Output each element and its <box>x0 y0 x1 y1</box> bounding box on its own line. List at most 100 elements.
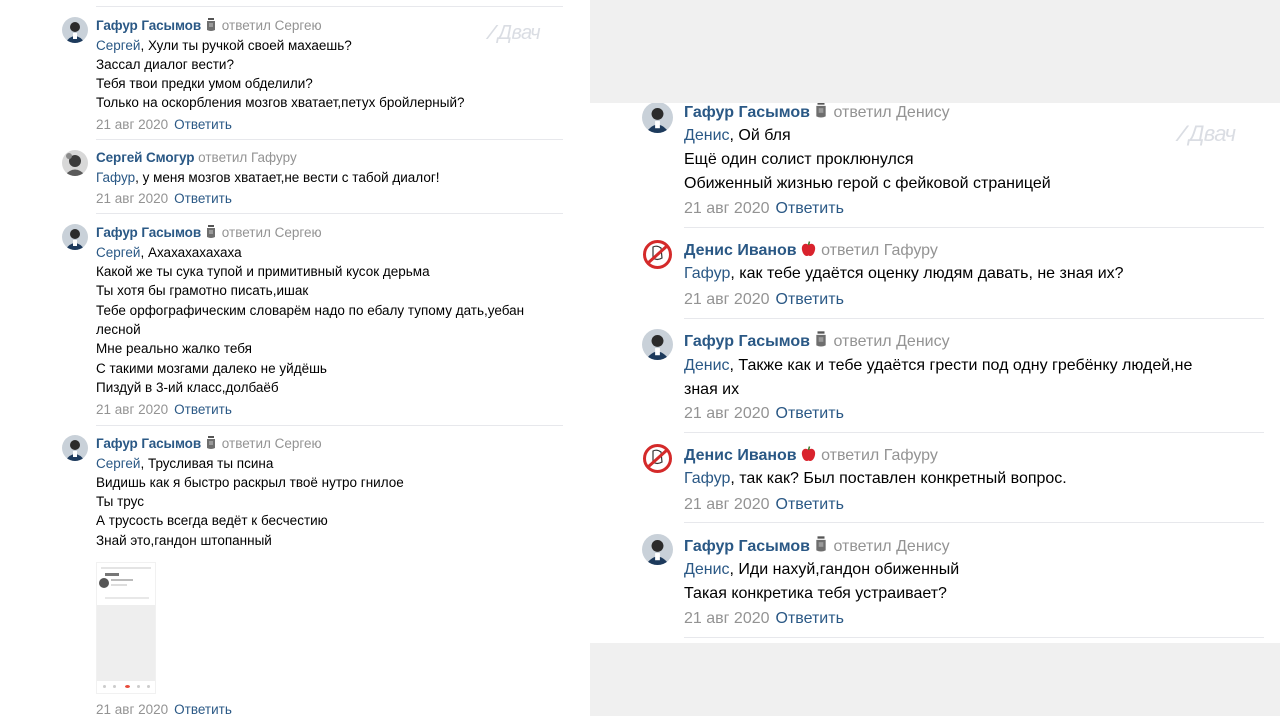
reply-to-text: ответил Денису <box>833 333 950 350</box>
urn-gift-icon[interactable] <box>814 331 828 348</box>
reply-to-text: ответил Денису <box>833 104 950 121</box>
avatar-sergey[interactable] <box>62 150 88 176</box>
reply-button[interactable]: Ответить <box>174 402 232 417</box>
comment-header: Денис Иванов ответил Гафуру <box>684 239 938 263</box>
attachment-avatar <box>99 578 109 588</box>
comment-text-line: С такими мозгами далеко не уйдёшь <box>96 361 327 376</box>
divider <box>96 213 563 214</box>
comment-text-line: Гафур, у меня мозгов хватает,не вести с … <box>96 170 440 185</box>
mention-link[interactable]: Денис <box>684 127 730 144</box>
comment-header: Гафур Гасымов ответил Денису <box>684 330 950 354</box>
author-name[interactable]: Гафур Гасымов <box>96 225 201 240</box>
comment-text-line: Сергей, Хули ты ручкой своей махаешь? <box>96 38 352 53</box>
comment-date: 21 авг 2020 <box>96 702 169 716</box>
comment-text-line: Ещё один солист проклюнулся <box>684 151 914 168</box>
comment-header: Гафур Гасымов ответил Сергею <box>96 434 322 453</box>
mention-link[interactable]: Денис <box>684 561 730 578</box>
author-name[interactable]: Гафур Гасымов <box>684 333 810 350</box>
left-comments-panel: ⁄ Двач Гафур Гасымов ответил Сергею Серг… <box>0 0 590 716</box>
comment-text-line: Зассал диалог вести? <box>96 57 234 72</box>
comment-header: Гафур Гасымов ответил Сергею <box>96 16 322 35</box>
comment-date: 21 авг 2020 <box>96 191 169 206</box>
author-name[interactable]: Гафур Гасымов <box>96 18 201 33</box>
comment-text-line: зная их <box>684 381 740 398</box>
screenshot-attachment-thumbnail[interactable] <box>96 562 156 694</box>
avatar-gafur[interactable] <box>642 534 673 565</box>
comment-meta: 21 авг 2020 Ответить <box>96 400 232 419</box>
attachment-content-area <box>97 605 155 681</box>
urn-gift-icon[interactable] <box>205 436 217 450</box>
comment-text-line: Знай это,гандон штопанный <box>96 533 272 548</box>
mention-link[interactable]: Денис <box>684 357 730 374</box>
watermark-dvach: ⁄ Двач <box>1180 121 1236 146</box>
reply-button[interactable]: Ответить <box>776 291 844 308</box>
divider <box>684 318 1264 319</box>
comment-text-line: Денис, Иди нахуй,гандон обиженный <box>684 561 960 578</box>
attachment-caption-line <box>105 597 149 599</box>
comment-text-line: Такая конкретика тебя устраивает? <box>684 585 947 602</box>
comment-meta: 21 авг 2020 Ответить <box>684 402 844 426</box>
comment-date: 21 авг 2020 <box>96 117 169 132</box>
urn-gift-icon[interactable] <box>814 103 828 119</box>
avatar-denis[interactable] <box>642 239 673 270</box>
comment-header: Гафур Гасымов ответил Денису <box>684 103 950 125</box>
mention-link[interactable]: Сергей <box>96 456 140 471</box>
avatar-gafur[interactable] <box>62 224 88 250</box>
reply-button[interactable]: Ответить <box>776 200 844 217</box>
avatar-gafur[interactable] <box>62 17 88 43</box>
avatar-gafur[interactable] <box>642 329 673 360</box>
author-name[interactable]: Денис Иванов <box>684 447 797 464</box>
divider <box>96 139 563 140</box>
mention-link[interactable]: Сергей <box>96 38 140 53</box>
mention-link[interactable]: Гафур <box>684 470 730 487</box>
author-name[interactable]: Гафур Гасымов <box>96 436 201 451</box>
comment-meta: 21 авг 2020 Ответить <box>684 493 844 517</box>
reply-button[interactable]: Ответить <box>776 405 844 422</box>
comment-text-line: Денис, Также как и тебе удаётся грести п… <box>684 357 1193 374</box>
reply-to-text: ответил Сергею <box>221 18 322 33</box>
right-comments-panel: ⁄ Двач Гафур Гасымов ответил Денису Дени… <box>590 103 1280 643</box>
comment-text-line: Денис, Ой бля <box>684 127 791 144</box>
mention-link[interactable]: Гафур <box>96 170 135 185</box>
avatar-gafur[interactable] <box>62 435 88 461</box>
divider <box>684 432 1264 433</box>
apple-gift-icon[interactable] <box>801 446 816 462</box>
urn-gift-icon[interactable] <box>205 225 217 239</box>
reply-button[interactable]: Ответить <box>174 117 232 132</box>
apple-gift-icon[interactable] <box>801 241 816 257</box>
mention-link[interactable]: Гафур <box>684 265 730 282</box>
author-name[interactable]: Гафур Гасымов <box>684 104 810 121</box>
author-name[interactable]: Гафур Гасымов <box>684 538 810 555</box>
urn-gift-icon[interactable] <box>814 536 828 553</box>
comment-date: 21 авг 2020 <box>96 402 169 417</box>
reply-to-text: ответил Гафуру <box>821 242 938 259</box>
comment-header: Денис Иванов ответил Гафуру <box>684 444 938 468</box>
divider <box>684 227 1264 228</box>
author-name[interactable]: Денис Иванов <box>684 242 797 259</box>
reply-button[interactable]: Ответить <box>174 702 232 716</box>
comment-text-line: Мне реально жалко тебя <box>96 341 252 356</box>
comment-meta: 21 авг 2020 Ответить <box>96 115 232 134</box>
comment-text-line: Тебе орфографическим словарём надо по еб… <box>96 303 525 318</box>
reply-to-text: ответил Сергею <box>221 436 322 451</box>
comment-text-line: Видишь как я быстро раскрыл твоё нутро г… <box>96 475 404 490</box>
reply-button[interactable]: Ответить <box>776 496 844 513</box>
avatar-denis[interactable] <box>642 443 673 474</box>
attachment-header-line <box>101 567 151 569</box>
comment-header: Гафур Гасымов ответил Сергею <box>96 223 322 242</box>
attachment-title-bar <box>105 573 119 576</box>
avatar-gafur[interactable] <box>642 103 673 133</box>
comment-meta: 21 авг 2020 Ответить <box>684 607 844 631</box>
divider <box>96 425 563 426</box>
background-gap-top <box>590 0 1280 103</box>
divider <box>684 522 1264 523</box>
mention-link[interactable]: Сергей <box>96 245 140 260</box>
comment-date: 21 авг 2020 <box>684 610 770 627</box>
comment-text-line: Гафур, так как? Был поставлен конкретный… <box>684 470 1067 487</box>
urn-gift-icon[interactable] <box>205 18 217 32</box>
reply-button[interactable]: Ответить <box>174 191 232 206</box>
reply-to-text: ответил Гафуру <box>198 150 297 165</box>
author-name[interactable]: Сергей Смогур <box>96 150 194 165</box>
comment-date: 21 авг 2020 <box>684 291 770 308</box>
reply-button[interactable]: Ответить <box>776 610 844 627</box>
